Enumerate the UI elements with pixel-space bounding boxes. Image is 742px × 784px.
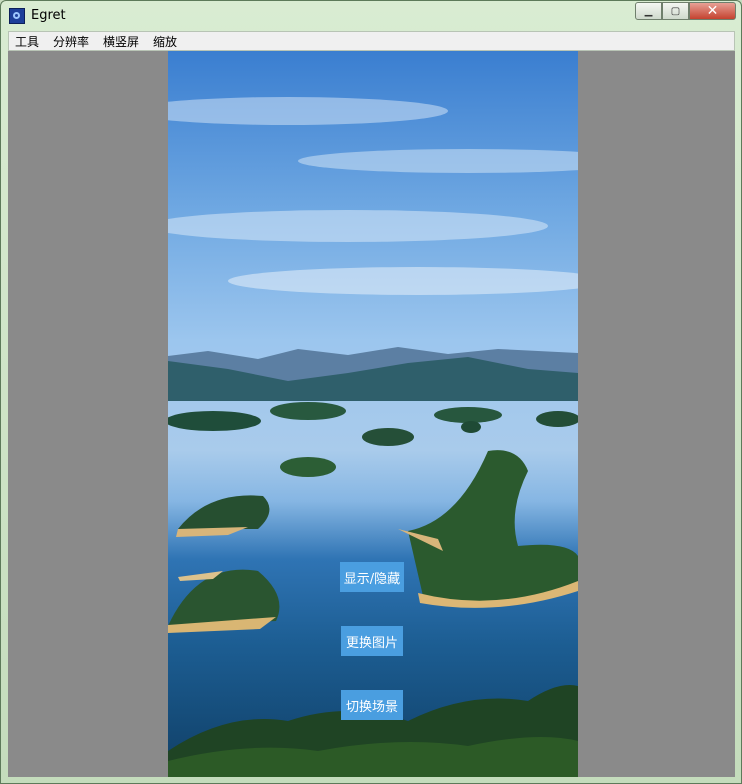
maximize-button[interactable]: ▢ [662, 2, 689, 20]
window-controls: ▁ ▢ ✕ [635, 2, 736, 20]
menu-orientation[interactable]: 横竖屏 [102, 33, 140, 50]
title-bar[interactable]: Egret ▁ ▢ ✕ [1, 1, 741, 31]
menu-bar: 工具 分辨率 横竖屏 缩放 [8, 31, 735, 51]
window-title: Egret [31, 8, 66, 23]
app-window: Egret ▁ ▢ ✕ 工具 分辨率 横竖屏 缩放 显示/隐藏 更换图片 切换场… [0, 0, 742, 784]
switch-scene-button[interactable]: 切换场景 [341, 690, 403, 720]
menu-tools[interactable]: 工具 [14, 33, 40, 50]
menu-resolution[interactable]: 分辨率 [52, 33, 90, 50]
change-image-button[interactable]: 更换图片 [341, 626, 403, 656]
client-area: 显示/隐藏 更换图片 切换场景 [8, 51, 735, 777]
menu-zoom[interactable]: 缩放 [152, 33, 178, 50]
toggle-visibility-button[interactable]: 显示/隐藏 [340, 562, 404, 592]
minimize-button[interactable]: ▁ [635, 2, 662, 20]
egret-app-icon [9, 8, 25, 24]
lake-islands-image [168, 97, 578, 777]
close-button[interactable]: ✕ [689, 2, 736, 20]
game-stage[interactable]: 显示/隐藏 更换图片 切换场景 [168, 51, 578, 777]
